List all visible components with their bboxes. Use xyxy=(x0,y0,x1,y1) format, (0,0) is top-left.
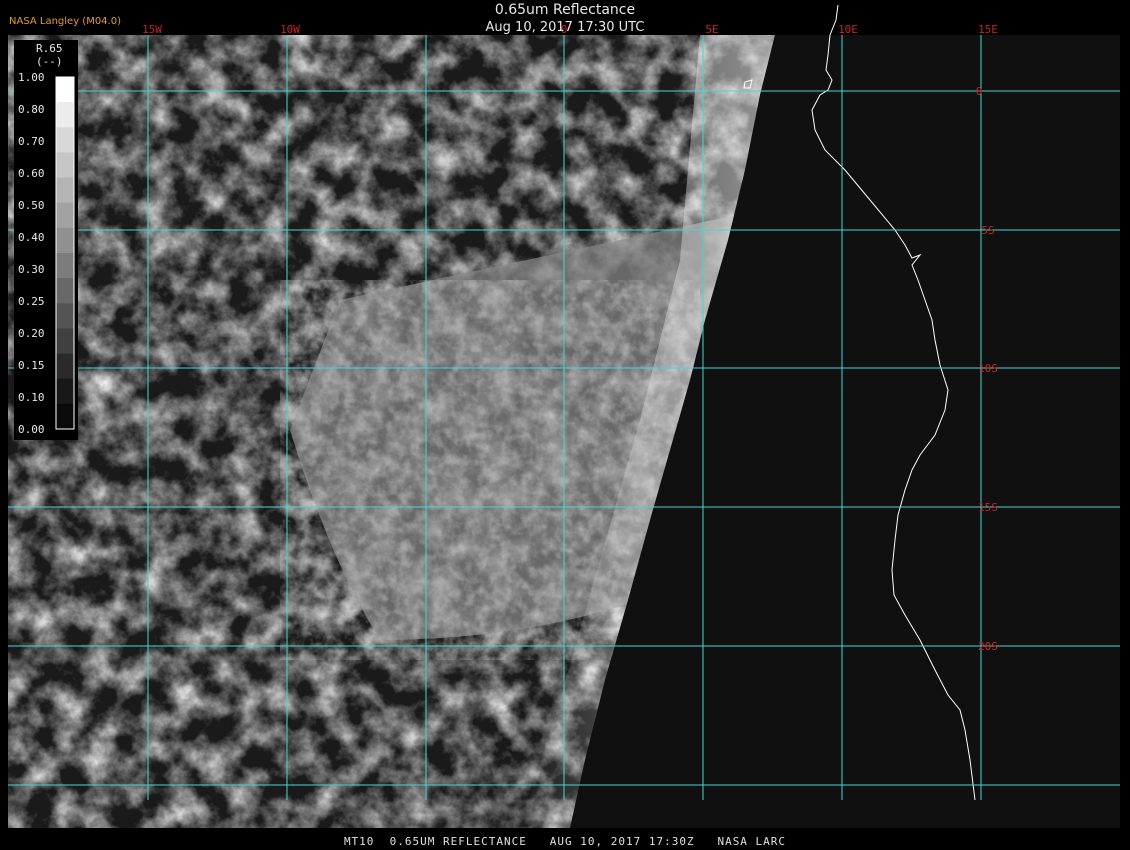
legend-tick-label: 1.00 xyxy=(18,71,45,84)
legend-tick-label: 0.70 xyxy=(18,135,45,148)
legend-tick-label: 0.20 xyxy=(18,327,45,340)
legend-variable: R.65 xyxy=(36,42,63,55)
legend-swatch xyxy=(56,127,74,153)
latitude-label: 5S xyxy=(981,224,994,237)
map-subtitle: Aug 10, 2017 17:30 UTC xyxy=(485,20,645,35)
legend-swatch xyxy=(56,328,74,355)
legend-tick-label: 0.60 xyxy=(18,167,45,180)
legend-swatch xyxy=(56,102,74,128)
legend-swatch xyxy=(56,227,74,254)
legend-tick-label: 0.15 xyxy=(18,359,45,372)
legend-ticks: 1.00 0.80 0.70 0.60 0.50 0.40 0.30 0.25 0.20 0.15… xyxy=(18,71,45,436)
legend-swatch xyxy=(56,152,74,179)
legend-tick-label: 0.30 xyxy=(18,263,45,276)
color-legend: R.65 (--) 1.00 0.80 0.70 0.60 0.50 0.40 0.30 0.… xyxy=(14,40,78,440)
legend-swatch xyxy=(56,177,74,204)
latitude-label: 15S xyxy=(978,501,998,514)
legend-tick-label: 0.50 xyxy=(18,199,45,212)
legend-scale: R.65 (--) 1.00 0.80 0.70 0.60 0.50 0.40 0.30 0.… xyxy=(18,42,75,436)
legend-swatch xyxy=(56,202,74,229)
satellite-image: 15W 10W 0 5E 10E 15E05S10S15S20S xyxy=(8,4,1120,828)
legend-color-bar xyxy=(55,76,75,430)
legend-tick-label: 0.40 xyxy=(18,231,45,244)
footer-caption: MT10 0.65UM REFLECTANCE AUG 10, 2017 17:… xyxy=(343,835,787,848)
legend-swatch xyxy=(56,353,74,380)
legend-tick-label: 0.25 xyxy=(18,295,45,308)
producer-label: NASA Langley (M04.0) xyxy=(9,16,121,27)
latitude-label: 0 xyxy=(976,85,983,98)
legend-tick-label: 0.10 xyxy=(18,391,45,404)
satellite-map: 15W 10W 0 5E 10E 15E 0 5S 10S 15S 20S 0.65um Refle… xyxy=(0,0,1130,850)
legend-swatch xyxy=(56,378,74,405)
legend-swatch xyxy=(56,303,74,329)
legend-swatch xyxy=(56,253,74,279)
latitude-label: 20S xyxy=(978,640,998,653)
map-title: 0.65um Reflectance xyxy=(494,2,636,18)
latitude-label: 10S xyxy=(978,362,998,375)
legend-units: (--) xyxy=(36,55,63,68)
legend-tick-label: 0.80 xyxy=(18,103,45,116)
legend-tick-label: 0.00 xyxy=(18,423,45,436)
legend-swatch xyxy=(56,77,74,103)
legend-swatch xyxy=(56,278,74,304)
legend-swatch xyxy=(56,403,74,430)
